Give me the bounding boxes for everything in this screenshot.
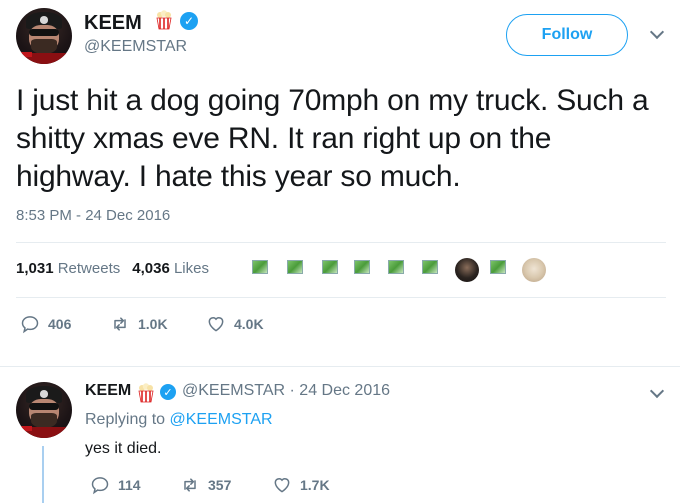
chevron-down-icon[interactable]	[649, 24, 665, 40]
verified-badge-icon: ✓	[180, 12, 198, 30]
retweet-button[interactable]: 357	[180, 475, 231, 495]
retweet-button[interactable]: 1.0K	[110, 314, 168, 334]
reply-button[interactable]: 114	[90, 475, 141, 495]
reply-icon	[91, 477, 109, 495]
heart-icon	[208, 317, 224, 332]
like-button[interactable]: 4.0K	[206, 314, 264, 334]
like-button[interactable]: 1.7K	[272, 475, 330, 495]
liker-avatar[interactable]	[420, 258, 444, 282]
follow-button[interactable]: Follow	[506, 14, 628, 56]
divider	[16, 242, 666, 243]
liker-avatar[interactable]	[386, 258, 410, 282]
retweet-icon	[184, 478, 196, 492]
retweets-label: Retweets	[57, 260, 121, 277]
liker-avatar[interactable]	[250, 258, 274, 282]
liker-avatar[interactable]	[320, 258, 344, 282]
like-count: 4.0K	[234, 316, 264, 332]
heart-icon	[274, 478, 290, 493]
engagement-stats: 1,031 Retweets 4,036 Likes	[16, 260, 221, 277]
liker-avatar[interactable]	[285, 258, 309, 282]
replying-to: Replying to @KEEMSTAR	[85, 411, 273, 429]
likes-label: Likes	[173, 260, 209, 277]
author-handle[interactable]: @KEEMSTAR	[84, 38, 187, 56]
retweet-count: 357	[208, 477, 232, 493]
retweets-count: 1,031	[16, 260, 54, 277]
likes-stat[interactable]: 4,036 Likes	[132, 260, 209, 277]
reply-count: 406	[48, 316, 72, 332]
reply-handle-date[interactable]: @KEEMSTAR · 24 Dec 2016	[182, 382, 390, 400]
verified-badge-icon: ✓	[160, 384, 176, 400]
reply-header: KEEM	[85, 382, 131, 400]
replying-to-link[interactable]: @KEEMSTAR	[170, 411, 273, 428]
reply-count: 114	[118, 477, 141, 493]
retweet-icon	[114, 317, 126, 331]
likes-count: 4,036	[132, 260, 170, 277]
reply-icon	[21, 316, 39, 334]
liker-avatar[interactable]	[455, 258, 479, 282]
tweet-text: I just hit a dog going 70mph on my truck…	[16, 84, 649, 193]
liker-avatar[interactable]	[352, 258, 376, 282]
retweets-stat[interactable]: 1,031 Retweets	[16, 260, 120, 277]
replying-prefix: Replying to	[85, 411, 166, 428]
divider	[0, 366, 680, 367]
reply-button[interactable]: 406	[20, 314, 71, 334]
liker-avatar[interactable]	[522, 258, 546, 282]
author-avatar[interactable]	[16, 8, 72, 64]
author-name[interactable]: KEEM	[84, 12, 142, 35]
reply-text: yes it died.	[85, 440, 162, 457]
like-count: 1.7K	[300, 477, 330, 493]
popcorn-emoji-icon	[138, 383, 154, 403]
tweet-timestamp[interactable]: 8:53 PM - 24 Dec 2016	[16, 207, 170, 224]
divider	[16, 297, 666, 298]
reply-author-avatar[interactable]	[16, 382, 72, 438]
popcorn-emoji-icon	[156, 10, 172, 30]
liker-avatar[interactable]	[488, 258, 512, 282]
thread-connector	[42, 446, 44, 503]
retweet-count: 1.0K	[138, 316, 168, 332]
reply-author-name[interactable]: KEEM	[85, 382, 131, 399]
chevron-down-icon[interactable]	[649, 383, 665, 399]
